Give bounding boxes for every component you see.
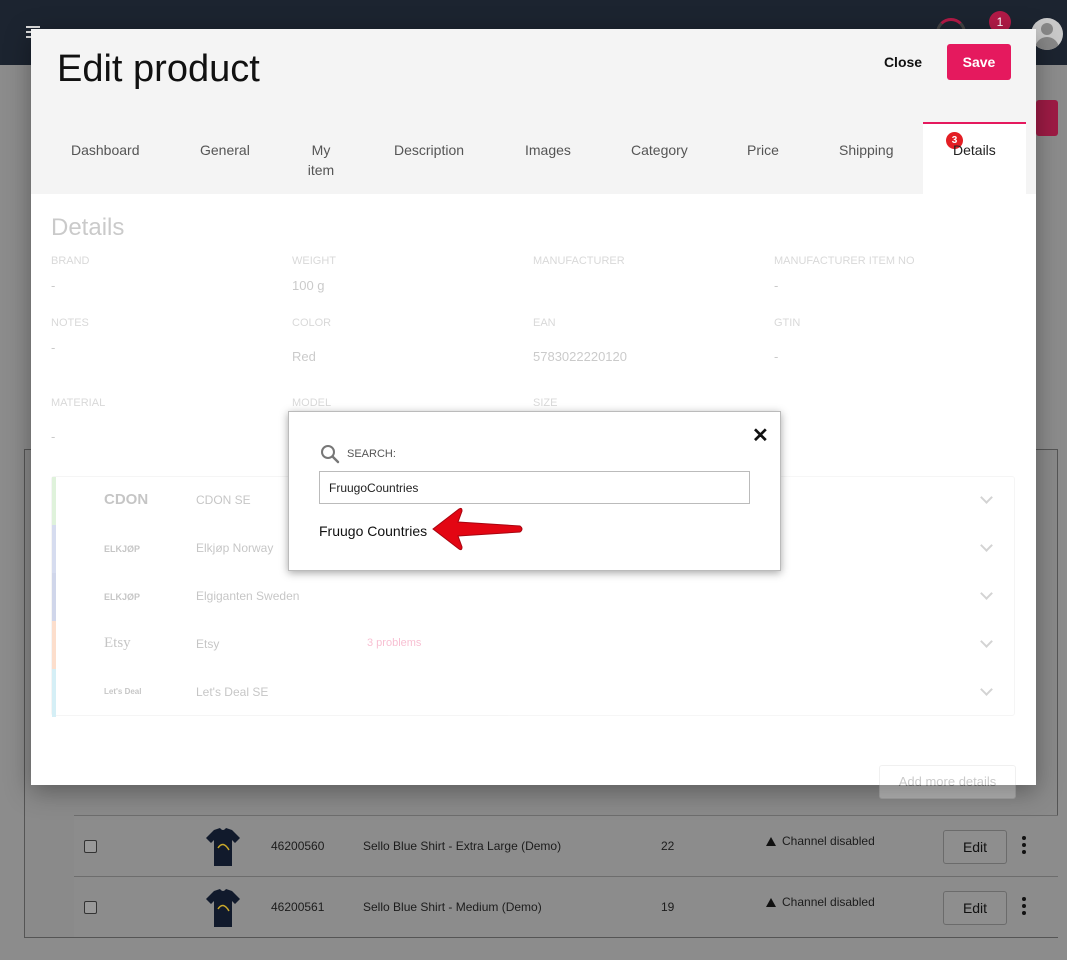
row-quantity: 19 <box>661 900 675 914</box>
elkjop-logo-icon: ELKJØP <box>104 544 141 554</box>
row-sku: 46200560 <box>271 839 325 853</box>
color-value[interactable]: Red <box>292 349 316 364</box>
tab-general[interactable]: General <box>200 140 250 160</box>
edit-product-modal: Edit product Close Save Dashboard Genera… <box>31 29 1036 799</box>
notes-value[interactable]: - <box>51 340 55 355</box>
weight-value[interactable]: 100 g <box>292 278 325 293</box>
modal-header: Edit product Close Save Dashboard Genera… <box>31 29 1036 194</box>
close-button[interactable]: Close <box>876 47 930 77</box>
material-label: MATERIAL <box>51 397 106 409</box>
row-status: Channel disabled <box>766 895 875 909</box>
warning-icon <box>766 898 776 907</box>
table-row: 46200560 Sello Blue Shirt - Extra Large … <box>74 815 1058 876</box>
channel-name: Elgiganten Sweden <box>196 589 300 603</box>
chevron-down-icon[interactable] <box>980 683 993 696</box>
brand-label: BRAND <box>51 255 90 267</box>
manufacturer-item-no-value[interactable]: - <box>774 278 778 293</box>
chevron-down-icon[interactable] <box>980 491 993 504</box>
brand-value[interactable]: - <box>51 278 55 293</box>
tab-images[interactable]: Images <box>525 140 571 160</box>
more-options-icon[interactable] <box>1022 836 1026 854</box>
manufacturer-item-no-label: MANUFACTURER ITEM NO <box>774 255 915 267</box>
modal-title: Edit product <box>57 48 260 90</box>
row-sku: 46200561 <box>271 900 325 914</box>
tab-price[interactable]: Price <box>747 140 779 160</box>
row-checkbox[interactable] <box>84 901 97 914</box>
close-icon[interactable]: ✕ <box>752 426 769 446</box>
channel-name: Etsy <box>196 637 220 651</box>
chevron-down-icon[interactable] <box>980 539 993 552</box>
weight-label: WEIGHT <box>292 255 336 267</box>
tab-dashboard[interactable]: Dashboard <box>71 140 140 160</box>
row-quantity: 22 <box>661 839 675 853</box>
etsy-logo-icon: Etsy <box>104 635 131 651</box>
manufacturer-label: MANUFACTURER <box>533 255 625 267</box>
row-edit-button[interactable]: Edit <box>943 891 1007 925</box>
tab-bar: Dashboard General My item Description Im… <box>31 122 1036 194</box>
tab-my-item[interactable]: My item <box>306 140 336 180</box>
gtin-label: GTIN <box>774 317 801 329</box>
table-row: 46200561 Sello Blue Shirt - Medium (Demo… <box>74 876 1058 937</box>
ean-value[interactable]: 5783022220120 <box>533 349 627 364</box>
size-label: SIZE <box>533 397 558 409</box>
tab-category[interactable]: Category <box>631 140 688 160</box>
background-action-button[interactable] <box>1036 100 1058 136</box>
letsdeal-logo-icon: Let's Deal <box>104 687 142 696</box>
channel-color-strip <box>52 525 56 573</box>
channel-problems[interactable]: 3 problems <box>367 637 421 649</box>
tab-description[interactable]: Description <box>394 140 464 160</box>
ean-label: EAN <box>533 317 556 329</box>
shirt-thumbnail-icon <box>206 889 240 927</box>
channel-row-etsy[interactable]: Etsy Etsy 3 problems <box>52 621 1016 669</box>
row-status-text: Channel disabled <box>782 895 875 909</box>
search-input[interactable] <box>319 471 750 504</box>
tab-details-label: Details <box>953 142 996 158</box>
chevron-down-icon[interactable] <box>980 635 993 648</box>
row-product-name: Sello Blue Shirt - Extra Large (Demo) <box>363 839 562 853</box>
search-icon <box>321 445 340 464</box>
shirt-thumbnail-icon <box>206 828 240 866</box>
search-result-item[interactable]: Fruugo Countries <box>319 523 427 539</box>
channel-color-strip <box>52 669 56 717</box>
channel-color-strip <box>52 477 56 525</box>
add-more-details-button[interactable]: Add more details <box>879 765 1016 799</box>
material-value[interactable]: - <box>51 429 55 444</box>
model-label: MODEL <box>292 397 332 409</box>
more-options-icon[interactable] <box>1022 897 1026 915</box>
row-checkbox[interactable] <box>84 840 97 853</box>
warning-icon <box>766 837 776 846</box>
channel-color-strip <box>52 573 56 621</box>
search-label: SEARCH: <box>347 448 396 460</box>
section-title: Details <box>51 214 125 241</box>
channel-name: Elkjøp Norway <box>196 541 274 555</box>
red-arrow-annotation-icon <box>432 507 523 551</box>
elkjop-logo-icon: ELKJØP <box>104 592 141 602</box>
row-status: Channel disabled <box>766 834 875 848</box>
tab-shipping[interactable]: Shipping <box>839 140 894 160</box>
tab-details[interactable]: 3 Details <box>923 122 1026 194</box>
channel-row-elgiganten[interactable]: ELKJØP Elgiganten Sweden <box>52 573 1016 621</box>
gtin-value[interactable]: - <box>774 349 778 364</box>
chevron-down-icon[interactable] <box>980 587 993 600</box>
color-label: COLOR <box>292 317 332 329</box>
channel-name: CDON SE <box>196 493 251 507</box>
row-status-text: Channel disabled <box>782 834 875 848</box>
channel-name: Let's Deal SE <box>196 685 269 699</box>
save-button[interactable]: Save <box>947 44 1011 80</box>
row-edit-button[interactable]: Edit <box>943 830 1007 864</box>
search-popup: ✕ SEARCH: Fruugo Countries <box>288 411 781 571</box>
channel-row-letsdeal[interactable]: Let's Deal Let's Deal SE <box>52 669 1016 717</box>
channel-color-strip <box>52 621 56 669</box>
notes-label: NOTES <box>51 317 89 329</box>
cdon-logo-icon: CDON <box>104 491 149 508</box>
row-product-name: Sello Blue Shirt - Medium (Demo) <box>363 900 542 914</box>
